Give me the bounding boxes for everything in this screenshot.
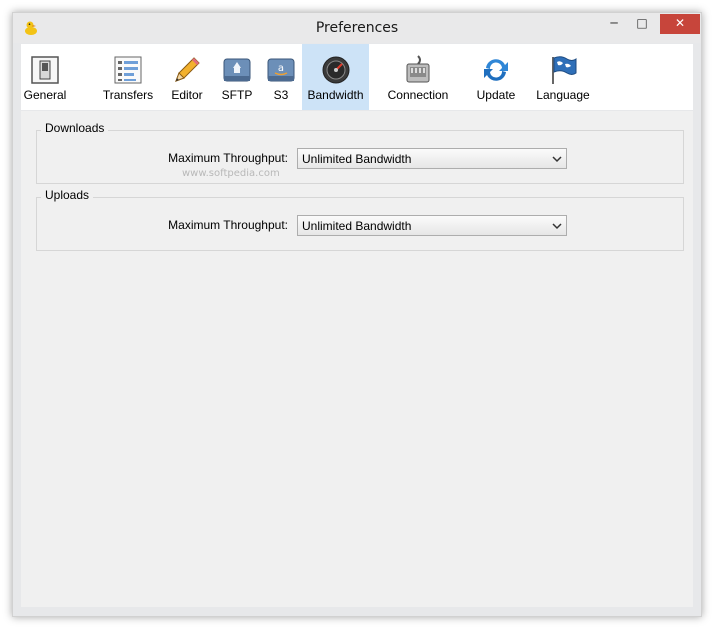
tab-update[interactable]: Update [473,44,519,110]
uploads-throughput-value: Unlimited Bandwidth [302,219,412,233]
preferences-window: Preferences ─ □ ✕ General Transfers Edit… [12,12,702,617]
downloads-throughput-select[interactable]: Unlimited Bandwidth [297,148,567,169]
chevron-down-icon [552,156,562,163]
downloads-group-label: Downloads [41,121,109,135]
tab-sftp[interactable]: SFTP [217,44,257,110]
tab-label: General [23,88,67,102]
tab-language[interactable]: Language [531,44,595,110]
window-title: Preferences [315,20,399,36]
uploads-group-label: Uploads [41,188,94,202]
minimize-button[interactable]: ─ [601,14,627,34]
gauge-icon [322,56,349,84]
downloads-throughput-label: Maximum Throughput: [168,151,288,165]
switch-icon [31,56,59,84]
amazon-s3-disk-icon: a [267,58,295,82]
tab-label: SFTP [221,88,253,102]
tab-transfers[interactable]: Transfers [101,44,155,110]
chevron-down-icon [552,223,562,230]
tab-label: Transfers [102,88,154,102]
tab-bandwidth[interactable]: Bandwidth [302,44,369,110]
tab-label: Bandwidth [307,88,364,102]
tab-connection[interactable]: Connection [385,44,451,110]
watermark: www.softpedia.com [182,168,280,179]
uploads-throughput-label: Maximum Throughput: [168,218,288,232]
tab-label: Connection [387,88,449,102]
downloads-group: Downloads Maximum Throughput: Unlimited … [36,121,684,184]
pencil-icon [175,57,200,82]
tab-label: Update [476,88,516,102]
sftp-disk-icon [223,58,251,82]
flag-icon [552,56,577,84]
uploads-throughput-select[interactable]: Unlimited Bandwidth [297,215,567,236]
uploads-group: Uploads Maximum Throughput: Unlimited Ba… [36,188,684,251]
tab-label: Editor [171,88,203,102]
svg-text:a: a [278,63,284,74]
tab-s3[interactable]: a S3 [261,44,301,110]
refresh-icon [484,59,508,81]
title-bar[interactable]: Preferences ─ □ ✕ [13,13,701,43]
close-button[interactable]: ✕ [660,14,700,34]
downloads-throughput-value: Unlimited Bandwidth [302,152,412,166]
tab-editor[interactable]: Editor [165,44,209,110]
bandwidth-panel: Downloads Maximum Throughput: Unlimited … [21,111,693,607]
transfers-list-icon [114,56,142,84]
preferences-toolbar: General Transfers Editor SFTP a S3 Bandw… [21,44,693,110]
maximize-button[interactable]: □ [629,14,655,34]
tab-label: S3 [273,88,289,102]
tab-label: Language [536,88,590,102]
tab-general[interactable]: General [21,44,69,110]
network-plug-icon [406,55,430,83]
